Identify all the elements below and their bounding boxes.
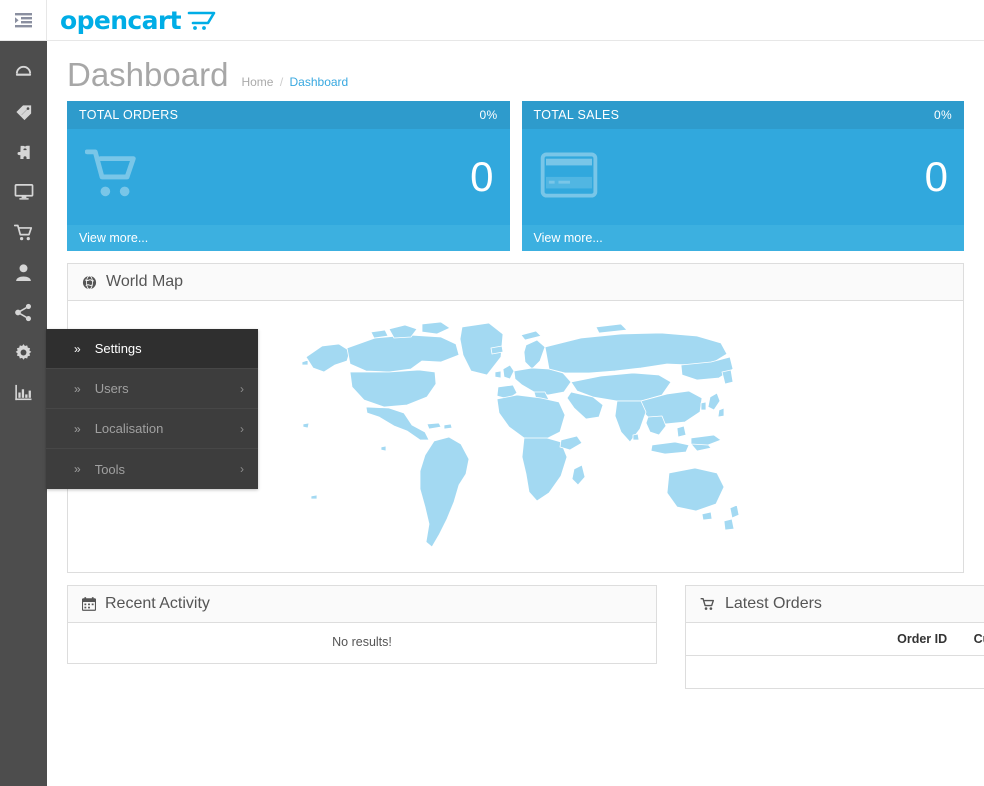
chevron-right-icon: › [240,381,244,396]
recent-activity-panel-title: Recent Activity [105,595,210,613]
recent-activity-empty-text: No results! [332,635,392,650]
sidebar-toggle-button[interactable] [0,0,47,40]
total-orders-tile-body: 0 [67,129,510,225]
monitor-icon [14,183,34,201]
globe-icon [82,275,97,290]
calendar-icon [82,597,96,612]
opencart-admin-dashboard: opencart Dashboard Home / Dashboard TOTA… [0,0,984,786]
total-sales-tile-body: 0 [522,129,965,225]
sidebar-item-marketing[interactable] [0,292,47,332]
table-header-order-id: Order ID [882,623,960,657]
world-map-svg [301,321,739,548]
total-orders-percent: 0% [479,108,498,123]
credit-card-icon [540,152,598,203]
top-header-bar: opencart [0,0,984,41]
sidebar-item-extensions[interactable] [0,132,47,172]
total-sales-view-more-link[interactable]: View more... [521,225,964,252]
latest-orders-column: Latest Orders Order ID Customer [685,573,984,689]
puzzle-piece-icon [14,143,33,162]
shopping-cart-icon [84,148,145,207]
table-row-empty [686,656,984,688]
double-chevron-right-icon: » [74,421,81,436]
table-header-row: Order ID Customer [686,623,984,657]
sidebar-item-system[interactable] [0,332,47,372]
total-orders-label: TOTAL ORDERS [79,108,179,123]
dashboard-gauge-icon [14,63,33,82]
sidebar-item-customers[interactable] [0,252,47,292]
bottom-panels-row: Recent Activity No results! Latest Order… [47,573,984,689]
breadcrumb: Home / Dashboard [241,75,348,89]
world-map-panel-header: World Map [68,264,963,302]
chevron-right-icon: › [240,462,244,476]
table-header-customer: Customer [959,623,984,657]
menu-item-settings-label: Settings [94,341,142,356]
latest-orders-panel-title: Latest Orders [725,595,822,613]
menu-item-tools-label: Tools [94,461,126,477]
table-header-spacer [686,623,883,657]
menu-item-users[interactable]: » Users › [46,369,258,409]
menu-item-localisation[interactable]: » Localisation › [46,409,258,449]
recent-activity-panel-body: No results! [68,623,656,664]
recent-activity-panel-header: Recent Activity [68,586,656,624]
total-sales-value: 0 [924,153,948,201]
double-chevron-right-icon: » [74,462,81,476]
chevron-right-icon: › [240,421,244,436]
double-chevron-right-icon: » [74,341,81,356]
latest-orders-panel-body: Order ID Customer [686,623,984,688]
list-indent-icon [14,12,32,28]
shopping-cart-icon [13,223,34,242]
tag-icon [14,103,34,122]
page-title: Dashboard [67,56,229,93]
latest-orders-panel-header: Latest Orders [686,586,984,624]
stat-tiles-row: TOTAL ORDERS 0% 0 View more... TOTAL SAL… [47,101,984,252]
sidebar-item-dashboard[interactable] [0,52,47,92]
total-orders-tile-header: TOTAL ORDERS 0% [67,101,510,130]
double-chevron-right-icon: » [74,381,81,396]
gear-icon [14,343,33,362]
total-orders-value: 0 [470,153,494,201]
latest-orders-panel: Latest Orders Order ID Customer [685,585,984,689]
recent-activity-column: Recent Activity No results! [67,573,657,665]
menu-item-users-label: Users [94,381,129,396]
breadcrumb-item-dashboard[interactable]: Dashboard [290,75,349,89]
cart-logo-icon [187,9,217,31]
brand-name: opencart [60,5,182,35]
total-sales-label: TOTAL SALES [533,108,620,123]
sidebar-item-sales[interactable] [0,212,47,252]
sidebar-item-reports[interactable] [0,372,47,412]
system-flyout-menu: » Settings » Users › » Localisation › » … [46,329,258,489]
page-header: Dashboard Home / Dashboard [47,41,984,101]
menu-item-tools[interactable]: » Tools › [46,449,258,489]
breadcrumb-item-home[interactable]: Home [241,75,273,89]
total-orders-tile: TOTAL ORDERS 0% 0 View more... [67,101,510,252]
menu-item-localisation-label: Localisation [94,421,164,436]
recent-activity-panel: Recent Activity No results! [67,585,657,665]
menu-item-settings[interactable]: » Settings [46,329,258,369]
total-sales-percent: 0% [934,108,952,123]
total-sales-tile-header: TOTAL SALES 0% [521,101,964,130]
shopping-cart-icon [700,597,716,611]
latest-orders-table: Order ID Customer [686,623,984,688]
share-nodes-icon [14,303,33,322]
sidebar-item-catalog[interactable] [0,92,47,132]
breadcrumb-separator: / [279,75,284,89]
sidebar-item-design[interactable] [0,172,47,212]
sidebar-rail [0,41,47,786]
latest-orders-table-body [686,656,984,688]
total-sales-tile: TOTAL SALES 0% 0 View more... [521,101,965,252]
bar-chart-icon [14,383,33,402]
brand-logo[interactable]: opencart [47,0,217,40]
world-map-panel-title: World Map [106,273,184,291]
total-orders-view-more-link[interactable]: View more... [67,225,510,252]
user-icon [15,263,32,282]
latest-orders-table-head: Order ID Customer [686,623,984,657]
